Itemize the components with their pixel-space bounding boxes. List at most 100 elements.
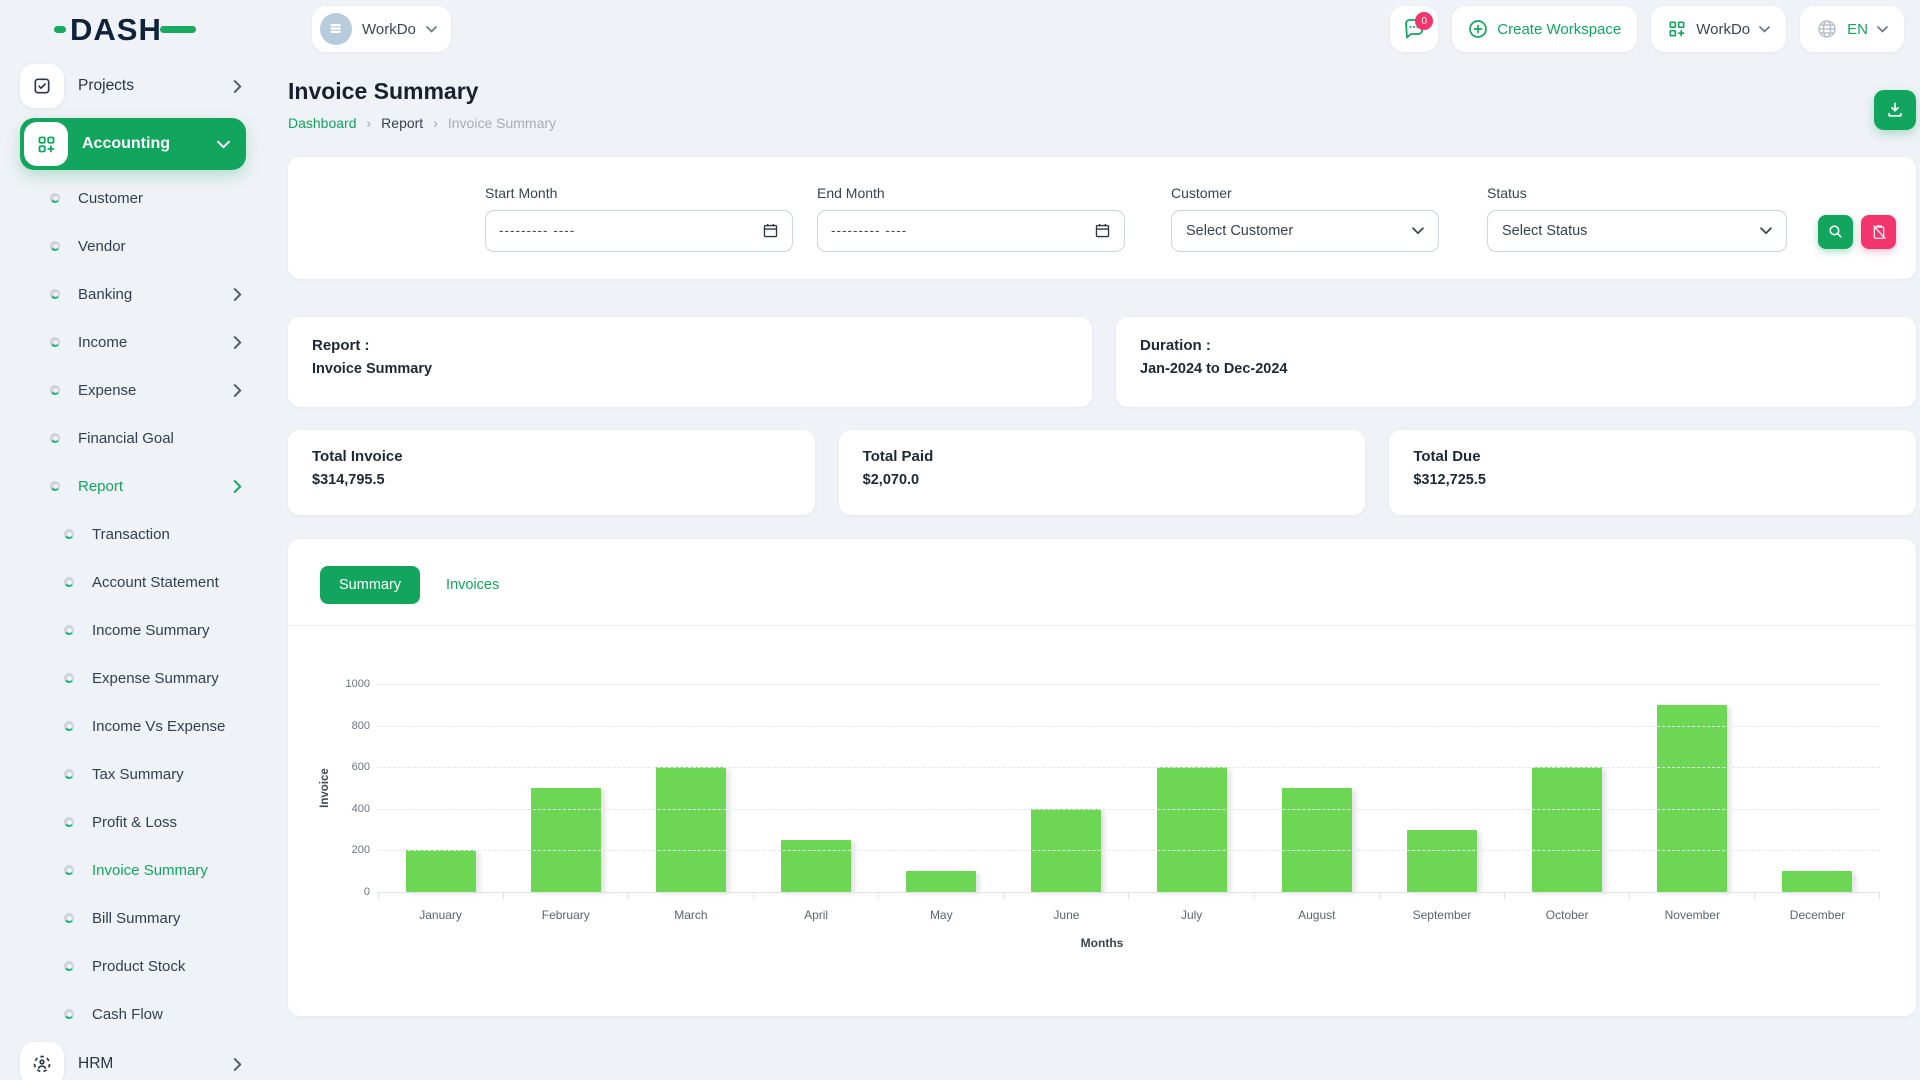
x-tick-mark [1380,892,1505,899]
sidebar-item-label: Projects [78,77,134,95]
logo-dash-accent [54,26,66,33]
total-paid-card: Total Paid $2,070.0 [839,430,1366,515]
filter-actions [1818,215,1896,249]
bar-january[interactable] [406,850,476,892]
status-select-value: Select Status [1502,223,1760,239]
sidebar-item-invoice-summary[interactable]: Invoice Summary [20,846,268,894]
bar-october[interactable] [1532,767,1602,892]
report-duration-row: Report : Invoice Summary Duration : Jan-… [288,317,1916,407]
x-tick-label: May [879,908,1004,922]
tabs-divider [288,625,1916,626]
sidebar-item-income-summary[interactable]: Income Summary [20,606,268,654]
sidebar-item-bill-summary[interactable]: Bill Summary [20,894,268,942]
sidebar-item-label: Transaction [92,526,170,543]
bar-slot [754,684,879,892]
gridline [378,726,1880,727]
grid-plus-icon [36,134,57,155]
sidebar-item-banking[interactable]: Banking [20,270,268,318]
bar-slot [1004,684,1129,892]
status-select[interactable]: Select Status [1487,210,1787,252]
tab-summary[interactable]: Summary [320,566,420,604]
sidebar-item-projects[interactable]: Projects [20,60,268,112]
bar-december[interactable] [1782,871,1852,892]
stats-row: Total Invoice $314,795.5 Total Paid $2,0… [288,430,1916,515]
bar-march[interactable] [656,767,726,892]
x-tick-label: July [1129,908,1254,922]
chevron-down-icon [1877,26,1888,33]
chevron-down-icon [1412,227,1424,235]
x-tick-label: April [754,908,879,922]
sidebar-item-cash-flow[interactable]: Cash Flow [20,990,268,1038]
customer-label: Customer [1171,185,1439,201]
bar-slot [1129,684,1254,892]
x-tick-label: March [628,908,753,922]
duration-value: Jan-2024 to Dec-2024 [1140,361,1892,377]
x-tick-label: January [378,908,503,922]
sidebar-item-label: Income Summary [92,622,210,639]
hrm-icon [32,1054,52,1074]
language-selector[interactable]: EN [1800,6,1904,52]
sidebar-item-product-stock[interactable]: Product Stock [20,942,268,990]
end-month-input[interactable]: --------- ---- [817,210,1125,252]
sidebar-item-hrm[interactable]: HRM [20,1038,268,1080]
bar-april[interactable] [781,840,851,892]
bar-february[interactable] [531,788,601,892]
bar-august[interactable] [1282,788,1352,892]
create-workspace-button[interactable]: Create Workspace [1452,6,1637,52]
sidebar-item-vendor[interactable]: Vendor [20,222,268,270]
messages-count-badge: 0 [1415,12,1433,30]
status-group: Status Select Status [1487,185,1787,252]
workspace-switcher[interactable]: WorkDo [1651,6,1786,52]
bullet-icon [64,625,74,635]
bar-slot [378,684,503,892]
reset-filter-button[interactable] [1861,215,1896,249]
sidebar-item-profit-loss[interactable]: Profit & Loss [20,798,268,846]
bar-november[interactable] [1657,705,1727,892]
building-icon [328,21,344,37]
workspace-chip[interactable]: WorkDo [312,6,451,52]
sidebar-item-income-vs-expense[interactable]: Income Vs Expense [20,702,268,750]
chevron-right-icon [233,288,242,301]
x-tick-mark [879,892,1004,899]
bar-slot [1379,684,1504,892]
topbar-actions: 0 Create Workspace WorkDo [1390,6,1904,52]
total-due-card: Total Due $312,725.5 [1389,430,1916,515]
sidebar-nav: Projects AccountingCustomerVendor Banking I… [0,58,268,1080]
sidebar-item-tax-summary[interactable]: Tax Summary [20,750,268,798]
page-header: Invoice Summary Dashboard › Report › Inv… [288,78,1916,131]
breadcrumb-report[interactable]: Report [381,115,423,131]
bar-september[interactable] [1407,830,1477,892]
total-invoice-value: $314,795.5 [312,472,791,488]
x-tick-mark [1505,892,1630,899]
sidebar-item-customer[interactable]: Customer [20,174,268,222]
bar-slot [1505,684,1630,892]
sidebar-item-financial-goal[interactable]: Financial Goal [20,414,268,462]
sidebar-item-transaction[interactable]: Transaction [20,510,268,558]
sidebar-item-accounting[interactable]: Accounting [20,118,246,170]
sidebar-item-report[interactable]: Report [20,462,268,510]
chevron-down-icon [1760,227,1772,235]
bar-may[interactable] [906,871,976,892]
sidebar-item-expense-summary[interactable]: Expense Summary [20,654,268,702]
y-tick-label: 0 [364,886,370,898]
apply-filter-button[interactable] [1818,215,1853,249]
total-invoice-card: Total Invoice $314,795.5 [288,430,815,515]
sidebar-item-account-statement[interactable]: Account Statement [20,558,268,606]
breadcrumb-dashboard[interactable]: Dashboard [288,115,357,131]
messages-button[interactable]: 0 [1390,6,1438,52]
tab-invoices[interactable]: Invoices [446,577,499,593]
sidebar-item-expense[interactable]: Expense [20,366,268,414]
sidebar-item-label: Banking [78,286,132,303]
top-bar: DASH WorkDo 0 Create Workspace [0,0,1920,58]
workspace-name: WorkDo [362,21,416,38]
sidebar-item-label: Tax Summary [92,766,184,783]
bar-slot [1755,684,1880,892]
sidebar-item-income[interactable]: Income [20,318,268,366]
bar-july[interactable] [1157,767,1227,892]
customer-select[interactable]: Select Customer [1171,210,1439,252]
download-button[interactable] [1874,90,1916,130]
y-tick-label: 1000 [346,678,370,690]
start-month-input[interactable]: --------- ---- [485,210,793,252]
x-tick-mark [629,892,754,899]
bar-slot [879,684,1004,892]
